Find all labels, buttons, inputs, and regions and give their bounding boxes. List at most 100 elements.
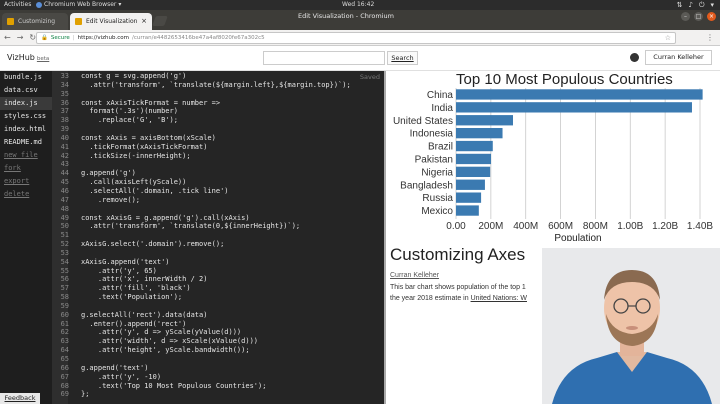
line-number: 59 (60, 301, 69, 310)
line-number: 55 (60, 266, 69, 275)
code-text: .attr('width', d => xScale(xValue(d))) (81, 337, 259, 346)
url-input[interactable]: 🔒 Secure | https://vizhub.com/curran/e44… (36, 32, 676, 44)
code-line: 68 .text('Top 10 Most Populous Countries… (55, 382, 351, 391)
github-icon[interactable] (630, 53, 639, 62)
description-line: the year 2018 estimate in United Nations… (390, 293, 540, 304)
line-number: 51 (60, 231, 69, 240)
app-menu[interactable]: Chromium Web Browser ▾ (36, 0, 121, 10)
code-line: 62 .attr('y', d => yScale(yValue(d))) (55, 328, 351, 337)
tab-strip: Edit Visualization - Chromium Customizin… (0, 10, 720, 42)
file-readme-md[interactable]: README.md (0, 136, 52, 149)
bar (456, 179, 485, 190)
saved-status: Saved (359, 73, 380, 81)
category-label: Mexico (421, 206, 453, 217)
tab-customizing-axes[interactable]: Customizing Axes (2, 13, 68, 42)
beta-link[interactable]: beta (37, 56, 49, 62)
code-line: 60 g.selectAll('rect').data(data) (55, 311, 351, 320)
x-tick-label: 0.00 (446, 221, 466, 232)
presenter-video-image (542, 248, 720, 404)
activities-button[interactable]: Activities (4, 0, 31, 10)
code-content[interactable]: 33 const g = svg.append('g') 34 .attr('tra… (55, 72, 351, 399)
delete-link[interactable]: delete (0, 188, 52, 201)
line-number: 64 (60, 346, 69, 355)
file-index-html[interactable]: index.html (0, 123, 52, 136)
code-text: .attr('y', d => yScale(yValue(d))) (81, 328, 242, 337)
new-file-link[interactable]: new file (0, 149, 52, 162)
bar (456, 102, 692, 113)
code-text: .attr('x', innerWidth / 2) (81, 275, 208, 284)
clock[interactable]: Wed 16:42 (342, 0, 374, 10)
line-number: 57 (60, 284, 69, 293)
power-icon: ⏻ (698, 1, 705, 9)
export-link[interactable]: export (0, 175, 52, 188)
fork-link[interactable]: fork (0, 162, 52, 175)
bar (456, 205, 479, 216)
file-index-js[interactable]: index.js (0, 97, 52, 110)
close-tab-icon[interactable]: × (141, 13, 147, 30)
code-line: 54 xAxisG.append('text') (55, 258, 351, 267)
close-icon[interactable]: × (707, 12, 716, 21)
vizhub-logo[interactable]: VizHub beta (7, 53, 49, 62)
search-button[interactable]: Search (387, 51, 418, 65)
forward-icon[interactable]: → (17, 32, 24, 44)
category-label: Nigeria (421, 167, 453, 178)
code-text: .tickFormat(xAxisTickFormat) (81, 142, 208, 151)
code-text: g.append('text') (81, 363, 149, 372)
system-tray[interactable]: ⇅ ♪ ⏻ ▾ (677, 1, 714, 9)
window-title: Edit Visualization - Chromium (298, 12, 394, 20)
line-number: 52 (60, 240, 69, 249)
code-text: const xAxisG = g.append('g').call(xAxis) (81, 213, 250, 222)
file-bundle-js[interactable]: bundle.js (0, 71, 52, 84)
webcam-overlay (542, 248, 720, 404)
code-line: 33 const g = svg.append('g') (55, 72, 351, 81)
line-number: 34 (60, 80, 69, 89)
category-label: Brazil (428, 142, 453, 153)
category-label: Bangladesh (400, 180, 453, 191)
category-label: Pakistan (415, 154, 453, 165)
author-link[interactable]: Curran Kelleher (390, 272, 439, 279)
code-editor[interactable]: 33 const g = svg.append('g') 34 .attr('tra… (52, 71, 384, 404)
bar (456, 127, 503, 139)
code-line: 37 format('.3s')(number) (55, 107, 351, 116)
feedback-button[interactable]: Feedback (0, 393, 40, 404)
volume-icon: ♪ (688, 1, 693, 9)
back-icon[interactable]: ← (4, 32, 11, 44)
menu-icon[interactable]: ⋮ (706, 32, 714, 44)
code-line: 46 .selectAll('.domain, .tick line') (55, 187, 351, 196)
code-text: .attr('y', 65) (81, 266, 157, 275)
bar (456, 140, 493, 152)
line-number: 46 (60, 186, 69, 195)
code-line: 45 .call(axisLeft(yScale)) (55, 178, 351, 187)
app-menu-label: Chromium Web Browser (44, 1, 117, 8)
category-label: India (431, 103, 453, 114)
line-number: 36 (60, 98, 69, 107)
line-number: 38 (60, 116, 69, 125)
url-path: /curran/e4482653416be47a4af8020fe67a302c… (131, 35, 265, 41)
separator: | (72, 35, 75, 41)
file-data-csv[interactable]: data.csv (0, 84, 52, 97)
tab-label: Edit Visualization (86, 18, 138, 25)
code-text: .attr('height', yScale.bandwidth()); (81, 346, 250, 355)
tab-edit-visualization[interactable]: Edit Visualization × (70, 13, 152, 30)
line-number: 42 (60, 151, 69, 160)
description: This bar chart shows population of the t… (390, 282, 540, 304)
star-icon[interactable]: ☆ (665, 33, 671, 43)
nav-buttons: ← → ↻ (4, 32, 36, 44)
code-text: g.append('g') (81, 169, 136, 178)
source-link[interactable]: United Nations: W (471, 295, 527, 302)
line-number: 54 (60, 257, 69, 266)
category-label: China (427, 90, 454, 101)
file-sidebar: bundle.js data.csv index.js styles.css i… (0, 71, 52, 404)
line-number: 37 (60, 107, 69, 116)
bar (456, 115, 513, 126)
line-number: 61 (60, 319, 69, 328)
file-styles-css[interactable]: styles.css (0, 110, 52, 123)
user-button[interactable]: Curran Kelleher (645, 50, 712, 65)
line-number: 35 (60, 89, 69, 98)
search-input[interactable] (263, 51, 385, 65)
code-line: 61 .enter().append('rect') (55, 320, 351, 329)
minimize-icon[interactable]: – (681, 12, 690, 21)
new-tab-button[interactable] (152, 16, 168, 26)
maximize-icon[interactable]: □ (694, 12, 703, 21)
code-text: .text('Top 10 Most Populous Countries'); (81, 381, 267, 390)
